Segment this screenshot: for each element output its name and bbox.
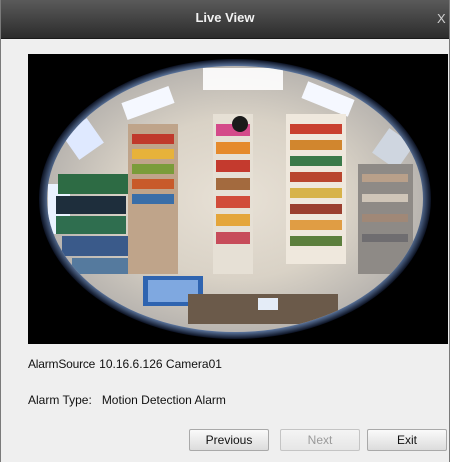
live-view-dialog: Live View X AlarmSource 10.16.6.126 Came… <box>0 0 450 462</box>
alarm-source-value: 10.16.6.126 Camera01 <box>99 357 222 371</box>
title-bar[interactable]: Live View X <box>1 0 449 39</box>
alarm-type-row: Alarm Type: Motion Detection Alarm <box>28 393 226 407</box>
next-button[interactable]: Next <box>280 429 360 451</box>
window-title: Live View <box>195 10 255 25</box>
alarm-type-value: Motion Detection Alarm <box>101 393 226 407</box>
alarm-source-label: AlarmSource <box>28 357 96 371</box>
close-icon[interactable]: X <box>437 11 449 27</box>
camera-live-feed[interactable] <box>28 54 448 344</box>
previous-button[interactable]: Previous <box>189 429 269 451</box>
alarm-type-label: Alarm Type: <box>28 393 92 407</box>
fisheye-image <box>39 59 431 339</box>
alarm-source-row: AlarmSource 10.16.6.126 Camera01 <box>28 357 222 371</box>
exit-button[interactable]: Exit <box>367 429 447 451</box>
